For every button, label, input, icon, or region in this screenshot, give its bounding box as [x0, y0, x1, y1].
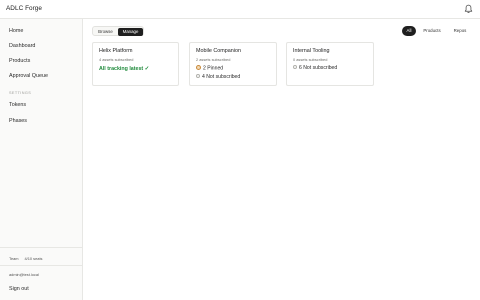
card-title: Internal Tooling: [293, 48, 330, 54]
sidebar-item-dashboard[interactable]: Dashboard: [9, 43, 35, 49]
filter-products[interactable]: Products: [420, 26, 444, 36]
seat-usage: Team 4/10 seats: [9, 256, 42, 261]
unsubscribed-icon: [293, 65, 297, 69]
tracking-status-text: All tracking latest: [99, 66, 144, 72]
not-subscribed-count: 4 Not subscribed: [196, 74, 240, 80]
app-title: ADLC Forge: [6, 5, 43, 12]
top-bar: ADLC Forge: [0, 0, 480, 19]
unsubscribed-icon: [196, 74, 200, 78]
sidebar-item-products[interactable]: Products: [9, 58, 30, 64]
sidebar: Home Dashboard Products Approval Queue S…: [0, 19, 83, 300]
sidebar-divider: [0, 265, 83, 266]
sidebar-divider: [0, 247, 83, 248]
sidebar-item-tokens[interactable]: Tokens: [9, 102, 26, 108]
manage-toggle-button[interactable]: Manage: [118, 27, 143, 36]
user-email: admin@test.local: [9, 272, 39, 277]
card-subtitle: 2 assets subscribed: [196, 57, 231, 62]
card-title: Helix Platform: [99, 48, 133, 54]
view-toggle: Browse Manage: [92, 26, 144, 36]
card-subtitle: 0 assets subscribed: [293, 57, 328, 62]
pin-icon: [196, 65, 201, 70]
product-card-mobile-companion[interactable]: Mobile Companion 2 assets subscribed 2 P…: [189, 42, 277, 86]
card-subtitle: 4 assets subscribed: [99, 57, 134, 62]
bell-icon[interactable]: [464, 4, 473, 14]
seat-count: 4/10 seats: [24, 256, 43, 261]
browse-toggle-button[interactable]: Browse: [94, 28, 117, 36]
pinned-text: 2 Pinned: [203, 65, 224, 72]
sidebar-item-approval-queue[interactable]: Approval Queue: [9, 73, 48, 79]
product-card-helix-platform[interactable]: Helix Platform 4 assets subscribed All t…: [92, 42, 179, 86]
product-card-internal-tooling[interactable]: Internal Tooling 0 assets subscribed 6 N…: [286, 42, 374, 86]
filter-repos[interactable]: Repos: [449, 26, 471, 36]
pinned-count: 2 Pinned: [196, 65, 223, 72]
not-subscribed-text: 6 Not subscribed: [299, 65, 338, 71]
card-title: Mobile Companion: [196, 48, 241, 54]
not-subscribed-text: 4 Not subscribed: [202, 74, 241, 80]
sidebar-item-phases[interactable]: Phases: [9, 118, 27, 124]
sign-out-button[interactable]: Sign out: [9, 286, 29, 292]
not-subscribed-count: 6 Not subscribed: [293, 65, 337, 71]
plan-name: Team: [9, 256, 19, 261]
check-icon: ✓: [144, 66, 150, 72]
tracking-status: All tracking latest ✓: [99, 66, 149, 72]
settings-heading: SETTINGS: [9, 91, 32, 95]
filter-all[interactable]: All: [402, 26, 416, 36]
sidebar-item-home[interactable]: Home: [9, 28, 23, 34]
